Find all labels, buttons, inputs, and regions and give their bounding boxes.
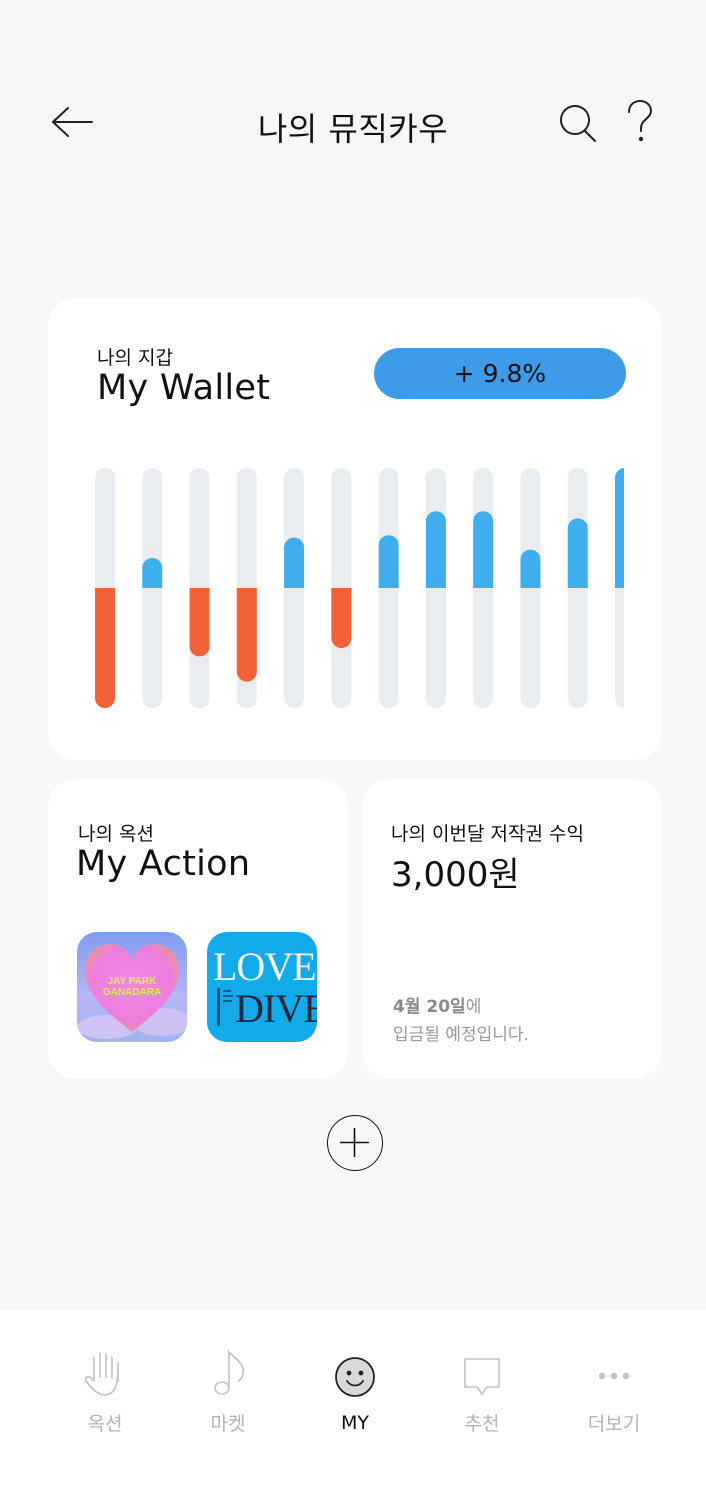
income-card[interactable]: 나의 이번달 저작권 수익 3,000원 4월 20일에 입금될 예정입니다.: [362, 779, 662, 1079]
tab-auction[interactable]: 옥션: [55, 1349, 155, 1449]
chart-bar: [473, 511, 494, 588]
album1-line2: GANADARA: [102, 987, 162, 998]
page-title: 나의 뮤직카우: [257, 110, 449, 148]
income-label: 나의 이번달 저작권 수익: [391, 823, 584, 845]
wallet-subtitle: 나의 지갑: [97, 347, 173, 369]
income-note-suffix: 에: [465, 997, 482, 1017]
tab-label-more: 더보기: [587, 1413, 641, 1435]
chart-bar: [95, 588, 115, 708]
smiley-icon: [335, 1357, 375, 1397]
chart-bar: [189, 588, 210, 657]
income-note-line2: 입금될 예정입니다.: [393, 1025, 529, 1045]
album-cover-jay-park[interactable]: JAY PARK GANADARA: [77, 932, 187, 1042]
help-button[interactable]: [620, 98, 660, 146]
change-badge: + 9.8%: [374, 348, 626, 399]
tab-label-auction: 옥션: [87, 1413, 123, 1435]
plus-icon: [340, 1128, 369, 1157]
chart-bar: [236, 588, 257, 682]
chart-bar: [567, 518, 588, 588]
music-note-icon: [214, 1349, 244, 1395]
tab-label-my: MY: [341, 1412, 369, 1434]
hand-icon: [84, 1352, 119, 1396]
wallet-bar-chart: [95, 468, 624, 708]
income-note: 4월 20일에 입금될 예정입니다.: [393, 993, 529, 1049]
bottom-tab-bar: 옥션 마켓 MY 추천 더보기: [0, 1309, 706, 1485]
chart-bar: [142, 558, 163, 588]
tab-my[interactable]: MY: [305, 1349, 405, 1449]
tab-recommend[interactable]: 추천: [432, 1349, 532, 1449]
income-amount: 3,000원: [391, 855, 520, 895]
tab-label-recommend: 추천: [464, 1413, 500, 1435]
tab-market[interactable]: 마켓: [178, 1349, 278, 1449]
album2-line2: DIVE: [235, 986, 317, 1031]
search-icon: [560, 105, 596, 142]
wallet-title: My Wallet: [97, 368, 271, 408]
chat-bubble-icon: [464, 1358, 500, 1395]
more-dots-icon: [598, 1372, 630, 1380]
income-note-date: 4월 20일: [393, 997, 466, 1017]
auction-subtitle: 나의 옥션: [78, 823, 154, 845]
add-button[interactable]: [327, 1115, 383, 1171]
chart-bar: [331, 588, 352, 648]
help-icon: [628, 99, 653, 142]
auction-card[interactable]: 나의 옥션 My Action JAY PARK GANADARA LOVE D…: [48, 779, 348, 1079]
wallet-card[interactable]: 나의 지갑 My Wallet + 9.8%: [48, 298, 662, 760]
album-cover-love-dive[interactable]: LOVE DIVE: [207, 932, 317, 1042]
chart-bar: [425, 511, 446, 588]
album1-line1: JAY PARK: [107, 976, 157, 987]
chart-bar: [378, 535, 399, 588]
auction-title: My Action: [76, 844, 251, 884]
search-button[interactable]: [556, 100, 600, 144]
tab-label-market: 마켓: [210, 1413, 246, 1435]
album2-line1: LOVE: [213, 944, 317, 989]
tab-more[interactable]: 더보기: [564, 1349, 664, 1449]
app-header: 나의 뮤직카우: [0, 92, 706, 152]
chart-bar: [284, 537, 305, 588]
chart-bar: [520, 549, 541, 588]
chart-bar: [615, 468, 624, 588]
